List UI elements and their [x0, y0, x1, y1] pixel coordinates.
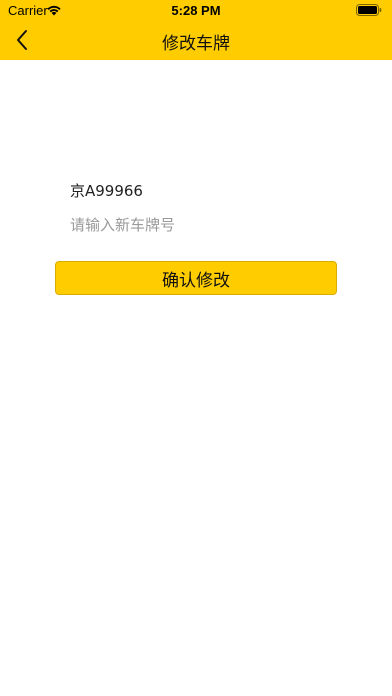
chevron-left-icon — [17, 30, 27, 50]
status-time: 5:28 PM — [171, 3, 221, 18]
back-button[interactable] — [8, 26, 36, 54]
battery-icon — [356, 4, 382, 16]
status-bar: Carrier 5:28 PM — [0, 0, 392, 20]
app-screen: Carrier 5:28 PM 修改车牌 京A99966 确认修改 — [0, 0, 392, 696]
current-plate-number: 京A99966 — [70, 182, 143, 200]
top-bar: Carrier 5:28 PM 修改车牌 — [0, 0, 392, 60]
page-title: 修改车牌 — [162, 34, 230, 54]
confirm-change-button[interactable]: 确认修改 — [55, 261, 337, 295]
new-plate-input[interactable] — [66, 212, 344, 238]
navigation-bar: 修改车牌 — [0, 20, 392, 60]
